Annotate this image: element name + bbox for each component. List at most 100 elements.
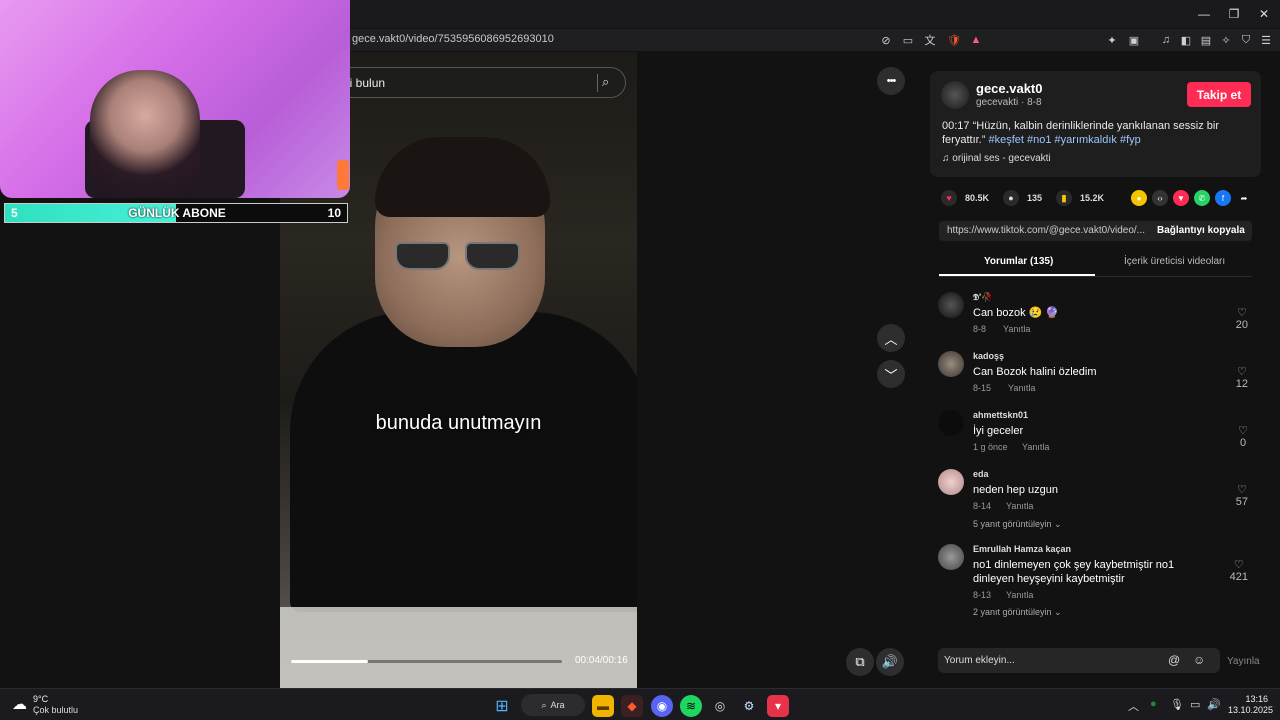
comment-avatar[interactable] [938, 351, 964, 377]
embed-icon[interactable]: ‹› [1152, 190, 1168, 206]
video-side-area [637, 52, 918, 688]
comment-date: 8-8 [973, 324, 987, 334]
taskbar-search[interactable]: ⌕ Ara [521, 694, 585, 716]
comment-like[interactable]: ♡ 421 [1230, 558, 1248, 583]
comment-item: eda neden hep uzgun 8-14 Yanıtla 5 yanıt… [938, 469, 1258, 535]
vpn-icon[interactable]: ⛉ [1238, 32, 1254, 48]
comment-user[interactable]: eda [973, 469, 989, 479]
comment-user[interactable]: ahmettskn01 [973, 410, 1028, 420]
more-options-button[interactable]: ••• [877, 67, 905, 95]
leo-icon[interactable]: ✧ [1218, 32, 1234, 48]
like-stat[interactable]: ♥ 80.5K [941, 190, 989, 206]
hashtag[interactable]: #keşfet [988, 134, 1023, 146]
translate-icon[interactable]: 文 [922, 32, 938, 48]
microphone-icon[interactable]: 🎙 [1170, 698, 1184, 711]
comment-avatar[interactable] [938, 410, 964, 436]
comment-like[interactable]: ♡ 12 [1236, 365, 1248, 390]
comment-stat[interactable]: ● 135 [1003, 190, 1042, 206]
obs-icon[interactable]: ◎ [709, 695, 731, 717]
creator-username[interactable]: gece.vakt0 [976, 81, 1043, 96]
subscriber-goal: 10 [327, 206, 341, 220]
speaker-icon[interactable]: 🔊 [1207, 698, 1221, 711]
sidebar-icon[interactable]: ◧ [1178, 32, 1194, 48]
wallet-icon[interactable]: ▤ [1198, 32, 1214, 48]
pip-button[interactable]: ⧉ [846, 648, 874, 676]
search-icon[interactable]: ⌕ [597, 74, 615, 92]
coin-icon[interactable]: ● [1131, 190, 1147, 206]
comment-item: Emrullah Hamza kaçan no1 dinlemeyen çok … [938, 544, 1258, 620]
comment-user[interactable]: Emrullah Hamza kaçan [973, 544, 1071, 554]
post-description: 00:17 “Hüzün, kalbin derinliklerinde yan… [942, 119, 1242, 147]
reply-link[interactable]: Yanıtla [1008, 383, 1035, 393]
whatsapp-icon[interactable]: ✆ [1194, 190, 1210, 206]
music-icon[interactable]: ♫ [1158, 32, 1174, 48]
file-explorer-icon[interactable]: ▬ [592, 695, 614, 717]
reader-icon[interactable]: ▣ [1126, 32, 1142, 48]
comment-user[interactable]: kadoşş [973, 351, 1004, 361]
view-replies-link[interactable]: 2 yanıt görüntüleyin ⌄ [973, 607, 1062, 618]
comment-input[interactable]: Yorum ekleyin... @ ☺ [938, 648, 1220, 673]
comment-user[interactable]: 𝕯'🥀 [973, 292, 992, 303]
facebook-icon[interactable]: f [1215, 190, 1231, 206]
webcam-overlay [0, 0, 350, 198]
follow-button[interactable]: Takip et [1187, 82, 1251, 107]
pip-icon[interactable]: ▭ [900, 32, 916, 48]
steam-icon[interactable]: ⚙ [738, 695, 760, 717]
hashtag[interactable]: #fyp [1120, 134, 1141, 146]
clock-date: 13.10.2025 [1228, 705, 1274, 715]
share-link[interactable]: https://www.tiktok.com/@gece.vakt0/video… [947, 225, 1147, 236]
brave-shield-icon[interactable]: 🛡 [946, 32, 962, 48]
menu-icon[interactable]: ☰ [1258, 32, 1274, 48]
reply-link[interactable]: Yanıtla [1022, 442, 1049, 452]
hashtag[interactable]: #no1 [1027, 134, 1051, 146]
minimize-button[interactable]: — [1187, 4, 1221, 24]
clock[interactable]: 13:16 13.10.2025 [1228, 694, 1274, 716]
comment-avatar[interactable] [938, 544, 964, 570]
app-icon[interactable]: ▾ [767, 695, 789, 717]
tab-creator-videos[interactable]: İçerik üreticisi videoları [1124, 256, 1225, 267]
save-stat[interactable]: ▮ 15.2K [1056, 190, 1104, 206]
mention-icon[interactable]: @ [1168, 653, 1180, 667]
brave-icon[interactable]: ◆ [621, 695, 643, 717]
maximize-button[interactable]: ❐ [1217, 4, 1251, 24]
discord-icon[interactable]: ◉ [651, 695, 673, 717]
rewards-icon[interactable]: ▲ [968, 32, 984, 48]
comment-like[interactable]: ♡ 0 [1238, 424, 1248, 449]
weather-icon[interactable]: ☁ [12, 695, 27, 713]
hashtag[interactable]: #yarımkaldık [1055, 134, 1117, 146]
next-video-button[interactable]: ﹀ [877, 360, 905, 388]
send-icon[interactable]: ▼ [1173, 190, 1189, 206]
emoji-icon[interactable]: ☺ [1193, 653, 1205, 667]
reply-link[interactable]: Yanıtla [1003, 324, 1030, 334]
comment-like[interactable]: ♡ 57 [1236, 483, 1248, 508]
creator-avatar[interactable] [941, 81, 969, 109]
url-text[interactable]: gece.vakt0/video/7535956086952693010 [352, 33, 554, 45]
address-bar[interactable]: gece.vakt0/video/7535956086952693010 ⊘ ▭… [340, 29, 1280, 51]
comment-like[interactable]: ♡ 20 [1236, 306, 1248, 331]
reply-link[interactable]: Yanıtla [1006, 501, 1033, 511]
close-button[interactable]: ✕ [1247, 4, 1280, 24]
previous-video-button[interactable]: ︿ [877, 324, 905, 352]
tab-comments[interactable]: Yorumlar (135) [984, 256, 1053, 267]
comment-avatar[interactable] [938, 292, 964, 318]
post-comment-button[interactable]: Yayınla [1227, 656, 1260, 667]
start-icon[interactable]: ⊞ [491, 695, 513, 717]
tray-app-icon[interactable]: ● [1150, 698, 1157, 710]
no-tracking-icon[interactable]: ⊘ [878, 32, 894, 48]
bookmark-icon: ▮ [1056, 190, 1072, 206]
comment-avatar[interactable] [938, 469, 964, 495]
comment-like-count: 421 [1229, 571, 1248, 583]
copy-link-button[interactable]: Bağlantıyı kopyala [1157, 225, 1245, 236]
tray-chevron-icon[interactable]: ︿ [1128, 698, 1139, 714]
extensions-icon[interactable]: ✦ [1104, 32, 1120, 48]
comment-text: neden hep uzgun [973, 484, 1059, 496]
video-progress[interactable] [291, 660, 562, 663]
reply-link[interactable]: Yanıtla [1006, 590, 1033, 600]
spotify-icon[interactable]: ≋ [680, 695, 702, 717]
view-replies-link[interactable]: 5 yanıt görüntüleyin ⌄ [973, 519, 1062, 530]
share-arrow-icon[interactable]: ➦ [1236, 190, 1252, 206]
volume-button[interactable]: 🔊 [876, 648, 904, 676]
comment-date: 1 g önce [973, 442, 1008, 452]
sound-link[interactable]: ♫ orijinal ses - gecevakti [942, 153, 1051, 164]
network-icon[interactable]: ▭ [1190, 698, 1200, 711]
